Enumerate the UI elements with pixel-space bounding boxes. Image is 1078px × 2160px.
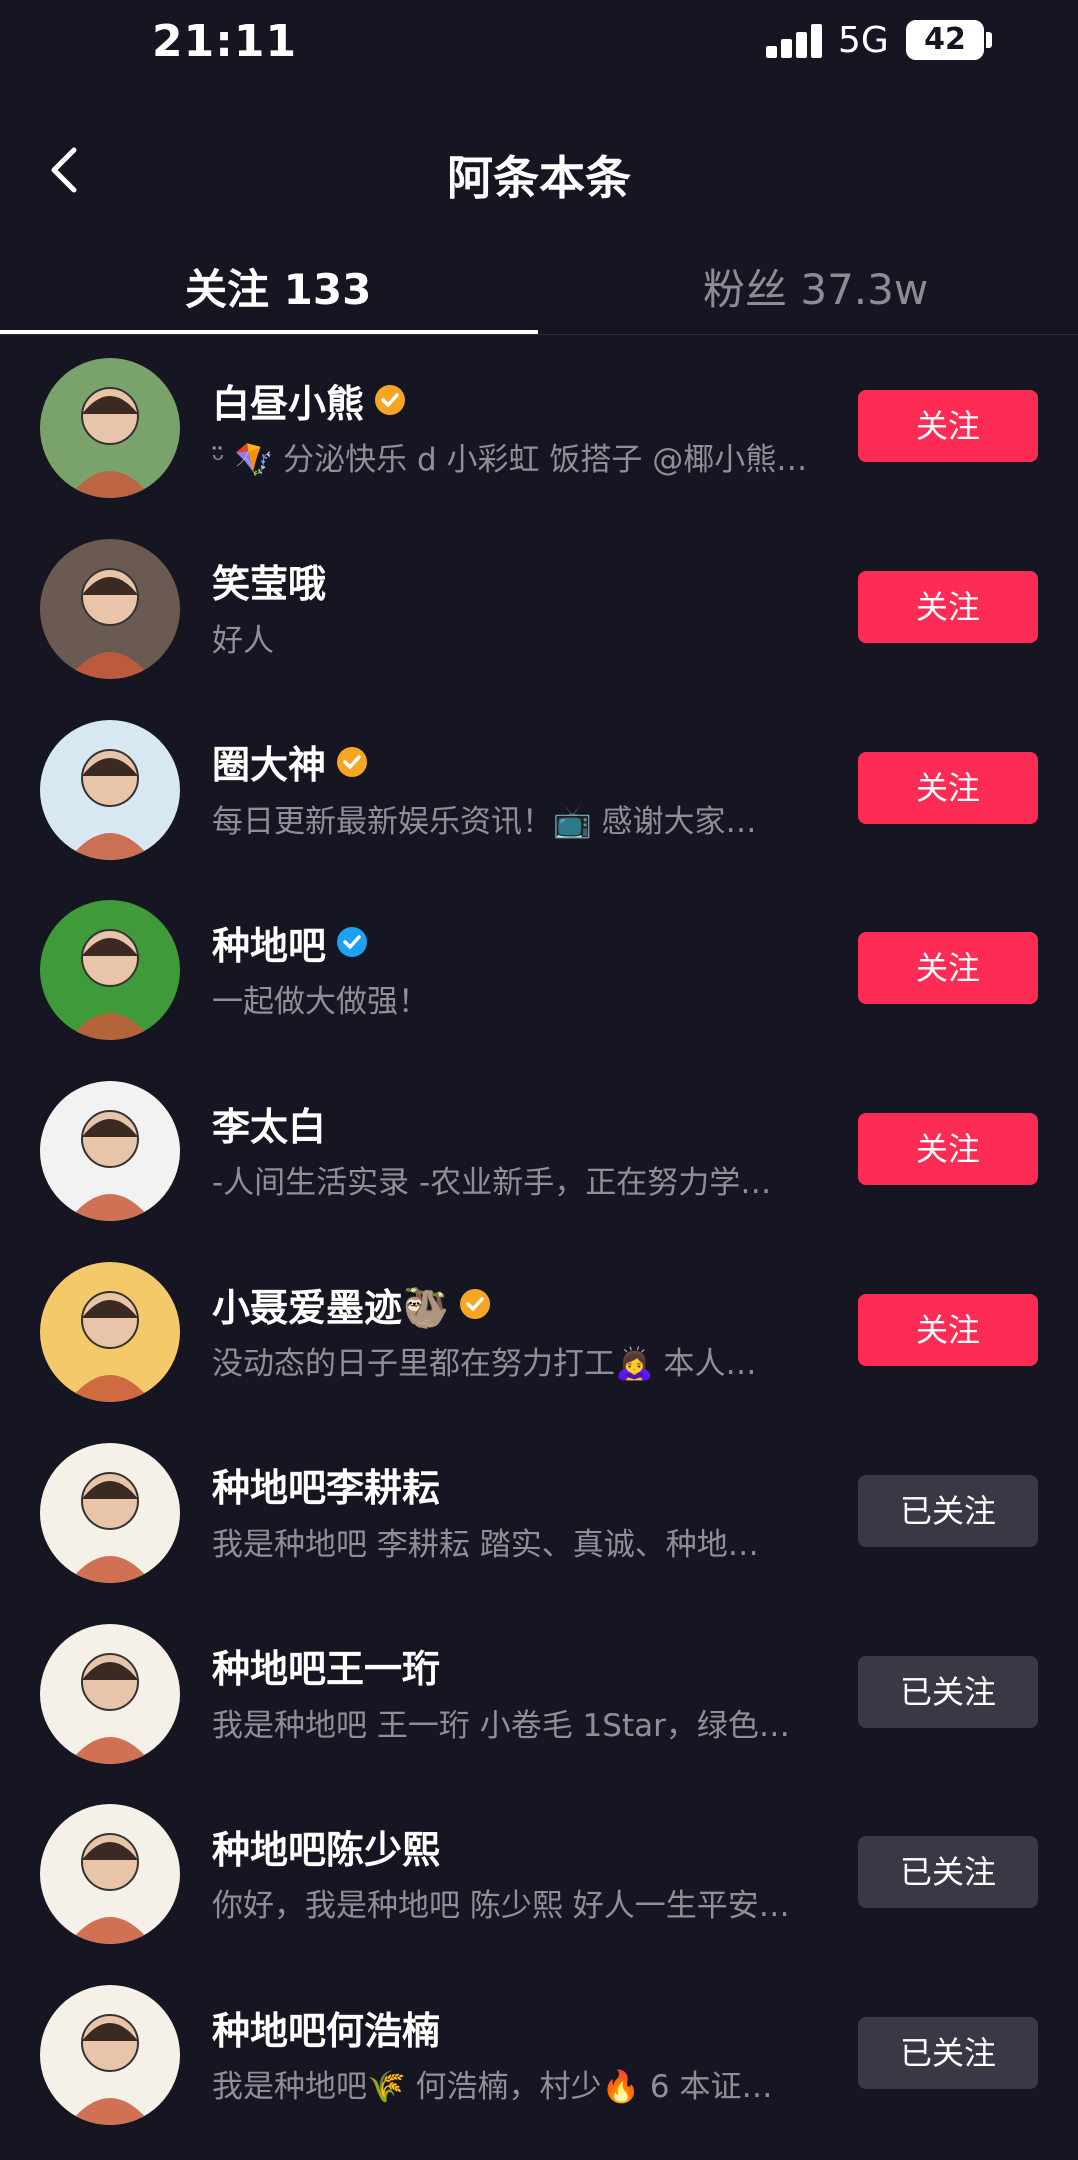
avatar[interactable]	[40, 719, 180, 860]
user-bio: 你好，我是种地吧 陈少熙 好人一生平安…	[212, 1888, 790, 1925]
user-bio: -人间生活实录 -农业新手，正在努力学…	[212, 1165, 772, 1202]
avatar[interactable]	[40, 900, 180, 1041]
user-name[interactable]: 种地吧何浩楠	[212, 2000, 440, 2055]
user-name[interactable]: 种地吧	[212, 915, 326, 970]
verified-badge-icon	[336, 746, 368, 778]
list-item[interactable]: 种地吧王一珩我是种地吧 王一珩 小卷毛 1Star，绿色… 已关注	[0, 1614, 1078, 1794]
avatar[interactable]	[40, 358, 180, 498]
user-bio: 每日更新最新娱乐资讯！📺 感谢大家…	[212, 803, 757, 840]
status-time: 21:11	[152, 16, 298, 67]
name-line: 白昼小熊	[212, 372, 406, 428]
nav-bar: 阿条本条	[0, 120, 1078, 220]
user-name[interactable]: 小聂爱墨迹🦥	[212, 1277, 449, 1332]
tab-fans[interactable]: 粉丝 37.3w	[703, 256, 928, 317]
user-name[interactable]: 李太白	[212, 1096, 326, 1151]
user-name[interactable]: 圈大神	[212, 734, 326, 789]
name-line: 圈大神	[212, 734, 368, 790]
status-bar: 21:11 5G 42	[0, 0, 1078, 90]
list-item[interactable]: 小聂爱墨迹🦥 没动态的日子里都在努力打工🙇‍♀️ 本人… 关注	[0, 1252, 1078, 1432]
list-item[interactable]: 白昼小熊 ᵕ̈ 🪁 分泌快乐 d 小彩虹 饭搭子 @椰小熊… 关注	[0, 348, 1078, 528]
avatar[interactable]	[40, 1623, 180, 1764]
avatar[interactable]	[40, 1804, 180, 1945]
battery-icon: 42	[906, 20, 984, 60]
user-name[interactable]: 笑莹哦	[212, 553, 326, 608]
followed-button[interactable]: 已关注	[858, 1474, 1038, 1547]
tab-following[interactable]: 关注 133	[185, 256, 371, 317]
avatar[interactable]	[40, 1081, 180, 1222]
follow-button[interactable]: 关注	[858, 390, 1038, 462]
user-name[interactable]: 种地吧李耕耘	[212, 1457, 440, 1512]
list-item[interactable]: 李太白 -人间生活实录 -农业新手，正在努力学… 关注	[0, 1071, 1078, 1251]
list-item[interactable]: 种地吧李耕耘我是种地吧 李耕耘 踏实、真诚、种地… 已关注	[0, 1433, 1078, 1613]
name-line: 种地吧李耕耘	[212, 1457, 440, 1513]
user-bio: 没动态的日子里都在努力打工🙇‍♀️ 本人…	[212, 1346, 757, 1382]
user-bio: ᵕ̈ 🪁 分泌快乐 d 小彩虹 饭搭子 @椰小熊…	[212, 442, 808, 478]
follow-button[interactable]: 关注	[858, 932, 1038, 1005]
list-item[interactable]: 种地吧一起做大做强！ 关注	[0, 890, 1078, 1070]
name-line: 种地吧陈少熙	[212, 1818, 440, 1874]
followed-button[interactable]: 已关注	[858, 1655, 1038, 1728]
follow-button[interactable]: 关注	[858, 1294, 1038, 1366]
avatar[interactable]	[40, 1262, 180, 1402]
name-line: 种地吧王一珩	[212, 1638, 440, 1694]
user-bio: 好人	[212, 622, 274, 659]
verified-badge-icon	[459, 1288, 491, 1320]
list-item[interactable]: 种地吧陈少熙你好，我是种地吧 陈少熙 好人一生平安… 已关注	[0, 1794, 1078, 1974]
user-name[interactable]: 种地吧王一珩	[212, 1638, 440, 1693]
followed-button[interactable]: 已关注	[858, 2017, 1038, 2090]
follow-button[interactable]: 关注	[858, 751, 1038, 824]
user-bio: 我是种地吧 李耕耘 踏实、真诚、种地…	[212, 1526, 759, 1563]
user-bio: 我是种地吧 王一珩 小卷毛 1Star，绿色…	[212, 1707, 790, 1744]
name-line: 种地吧何浩楠	[212, 1999, 440, 2055]
verified-badge-icon	[374, 384, 406, 416]
verified-badge-icon	[336, 926, 368, 958]
name-line: 笑莹哦	[212, 553, 326, 609]
battery-tip	[986, 32, 992, 48]
user-bio: 一起做大做强！	[212, 984, 429, 1021]
name-line: 小聂爱墨迹🦥	[212, 1276, 491, 1332]
follow-button[interactable]: 关注	[858, 1113, 1038, 1186]
followed-button[interactable]: 已关注	[858, 1836, 1038, 1909]
list-item[interactable]: 圈大神每日更新最新娱乐资讯！📺 感谢大家… 关注	[0, 710, 1078, 890]
user-bio: 我是种地吧🌾 何浩楠，村少🔥 6 本证…	[212, 2069, 773, 2106]
tab-bar: 关注 133 粉丝 37.3w	[0, 240, 1078, 336]
user-name[interactable]: 种地吧陈少熙	[212, 1819, 440, 1874]
network-label: 5G	[838, 20, 889, 61]
avatar[interactable]	[40, 538, 180, 679]
list-item[interactable]: 笑莹哦好人 关注	[0, 529, 1078, 709]
page-title: 阿条本条	[447, 151, 631, 205]
avatar[interactable]	[40, 1442, 180, 1583]
list-item[interactable]: 种地吧何浩楠我是种地吧🌾 何浩楠，村少🔥 6 本证… 已关注	[0, 1975, 1078, 2155]
signal-icon	[766, 24, 824, 58]
name-line: 种地吧	[212, 914, 368, 970]
tab-divider	[0, 334, 1078, 335]
follow-button[interactable]: 关注	[858, 570, 1038, 643]
name-line: 李太白	[212, 1095, 326, 1151]
user-name[interactable]: 白昼小熊	[212, 373, 364, 428]
avatar[interactable]	[40, 1985, 180, 2126]
